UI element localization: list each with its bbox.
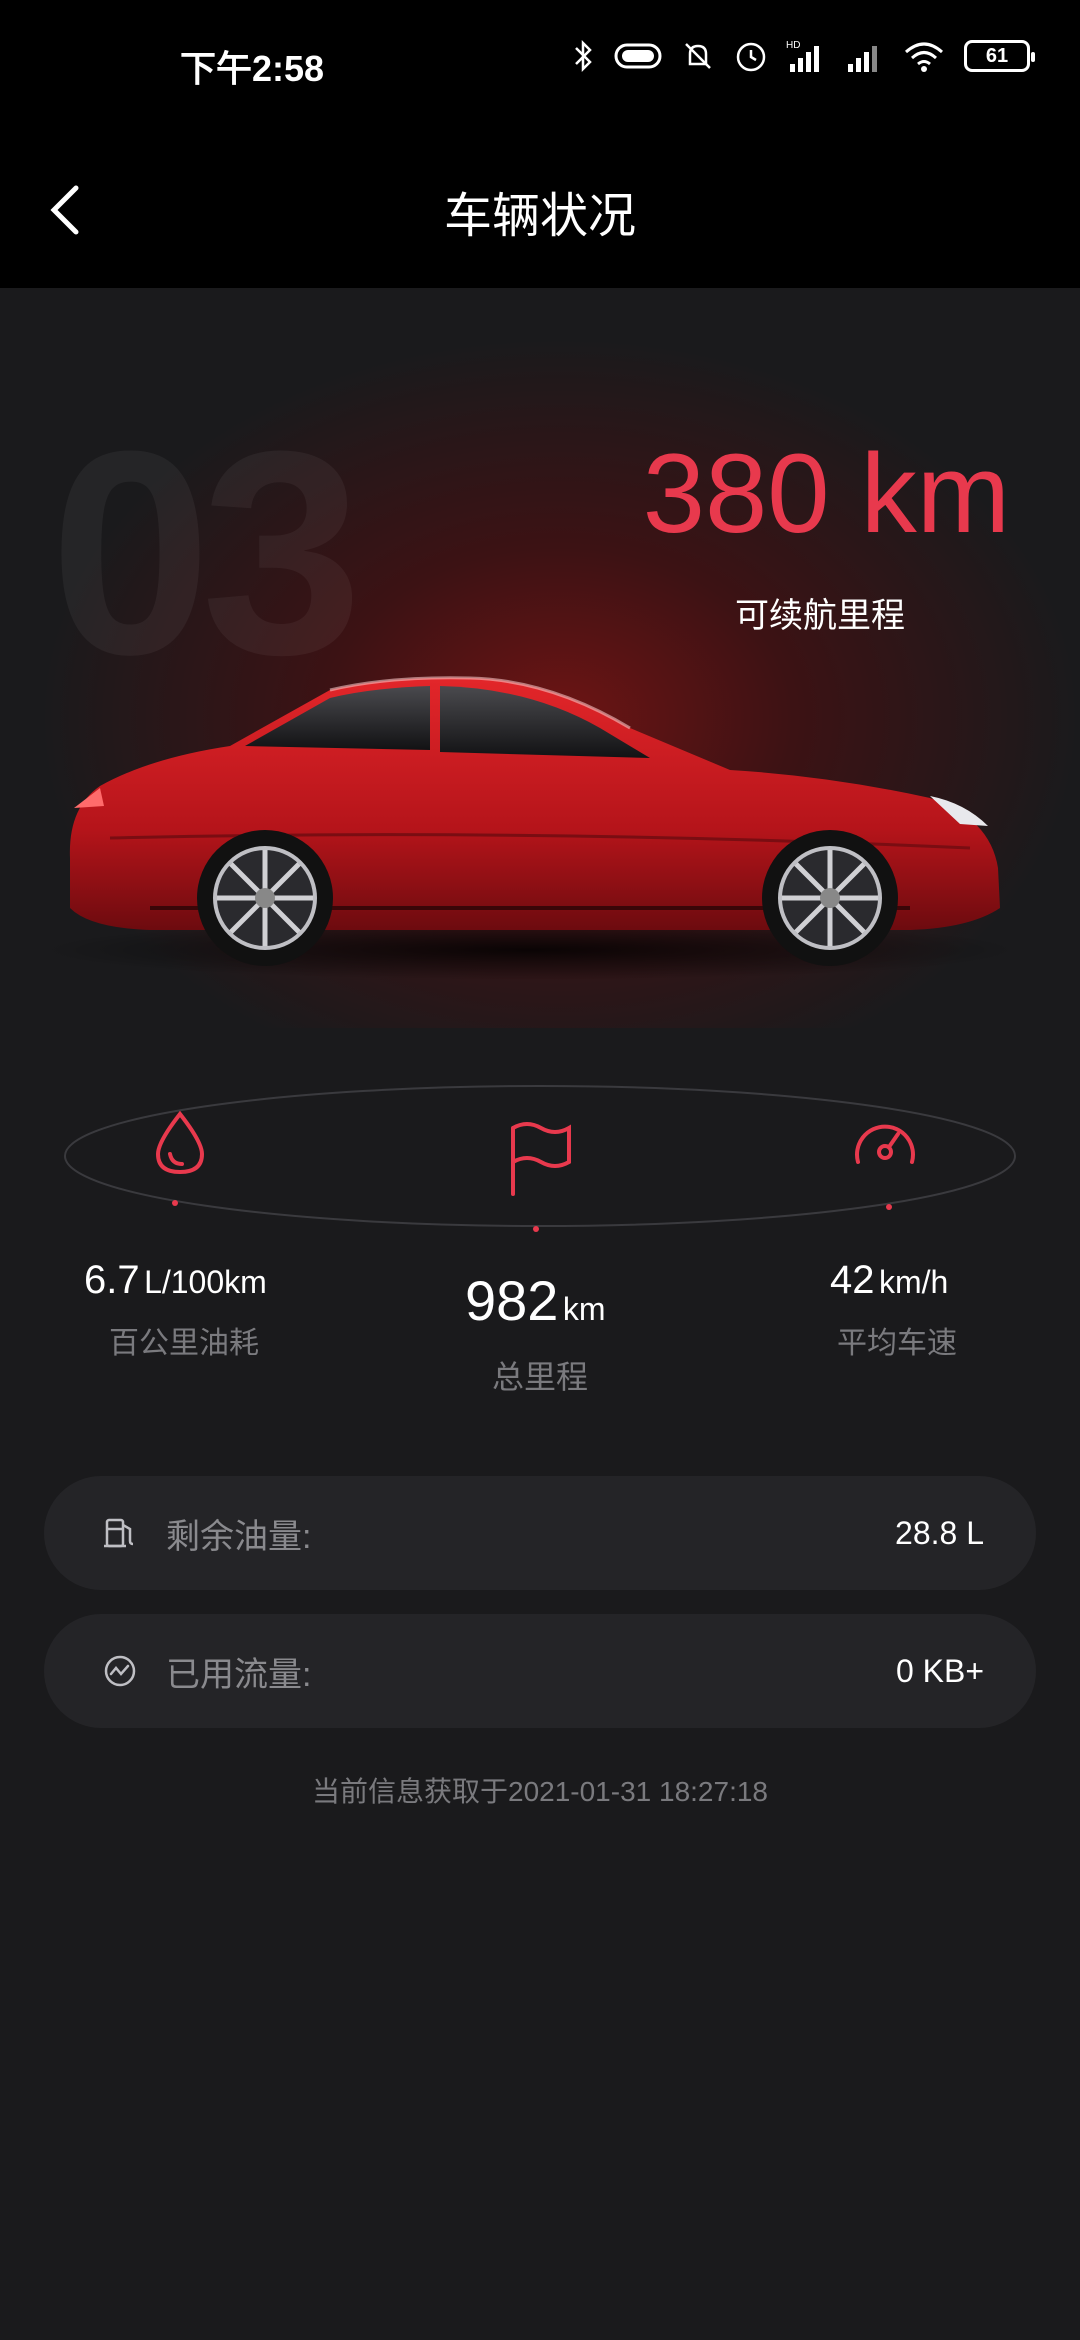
- total-mileage-label: 总里程: [491, 1359, 588, 1395]
- total-mileage-value: 982 km: [465, 1268, 606, 1333]
- signal-icon: [844, 38, 884, 74]
- battery-icon: 61: [964, 40, 1035, 72]
- fuel-consumption-value: 6.7 L/100km: [84, 1258, 267, 1303]
- range-label: 可续航里程: [735, 597, 905, 635]
- indicator-dot: [172, 1200, 178, 1206]
- average-speed-label: 平均车速: [837, 1327, 957, 1360]
- vehicle-hero: 03 380 km 可续航里程: [0, 288, 1080, 1028]
- average-speed-number: 42: [830, 1258, 875, 1302]
- fuel-pump-icon: [96, 1509, 144, 1557]
- remaining-fuel-card: 剩余油量: 28.8 L: [44, 1476, 1036, 1590]
- average-speed-unit: km/h: [878, 1264, 949, 1300]
- total-mileage-number: 982: [465, 1269, 559, 1332]
- page-title: 车辆状况: [443, 190, 636, 243]
- app-header: 车辆状况: [0, 120, 1080, 288]
- remaining-fuel-label: 剩余油量:: [166, 1517, 312, 1556]
- data-usage-icon: [96, 1647, 144, 1695]
- status-icons: HD 61: [572, 38, 1035, 74]
- last-updated-note: 当前信息获取于2021-01-31 18:27:18: [312, 1776, 768, 1807]
- svg-text:HD: HD: [786, 40, 800, 51]
- data-usage-card: 已用流量: 0 KB+: [44, 1614, 1036, 1728]
- fuel-consumption-number: 6.7: [84, 1258, 140, 1302]
- data-usage-value: 0 KB+: [895, 1652, 984, 1689]
- bluetooth-icon: [572, 38, 596, 74]
- wifi-icon: [902, 38, 946, 74]
- car-image: [40, 676, 1020, 980]
- status-bar: 下午2:58 HD 61: [0, 0, 1080, 120]
- remaining-fuel-value: 28.8 L: [895, 1514, 984, 1551]
- indicator-dot: [533, 1226, 539, 1232]
- total-mileage-unit: km: [562, 1291, 606, 1327]
- fuel-consumption-label: 百公里油耗: [109, 1327, 259, 1360]
- indicator-dot: [886, 1204, 892, 1210]
- vibrate-toggle-icon: [614, 41, 662, 71]
- signal-hd-icon: HD: [786, 38, 826, 74]
- data-usage-label: 已用流量:: [166, 1655, 312, 1694]
- stats-panel: 6.7 L/100km 百公里油耗 982 km 总里程 42 km/h 平均车…: [0, 1028, 1080, 1408]
- alarm-icon: [734, 38, 768, 74]
- status-time: 下午2:58: [180, 48, 325, 89]
- average-speed-value: 42 km/h: [830, 1258, 948, 1303]
- model-watermark: 03: [50, 391, 363, 715]
- droplet-icon: [150, 1108, 210, 1183]
- speedometer-icon: [850, 1114, 920, 1179]
- range-value: 380 km: [642, 431, 1010, 556]
- flag-icon: [505, 1118, 575, 1203]
- fuel-consumption-unit: L/100km: [144, 1264, 267, 1300]
- bell-muted-icon: [680, 38, 716, 74]
